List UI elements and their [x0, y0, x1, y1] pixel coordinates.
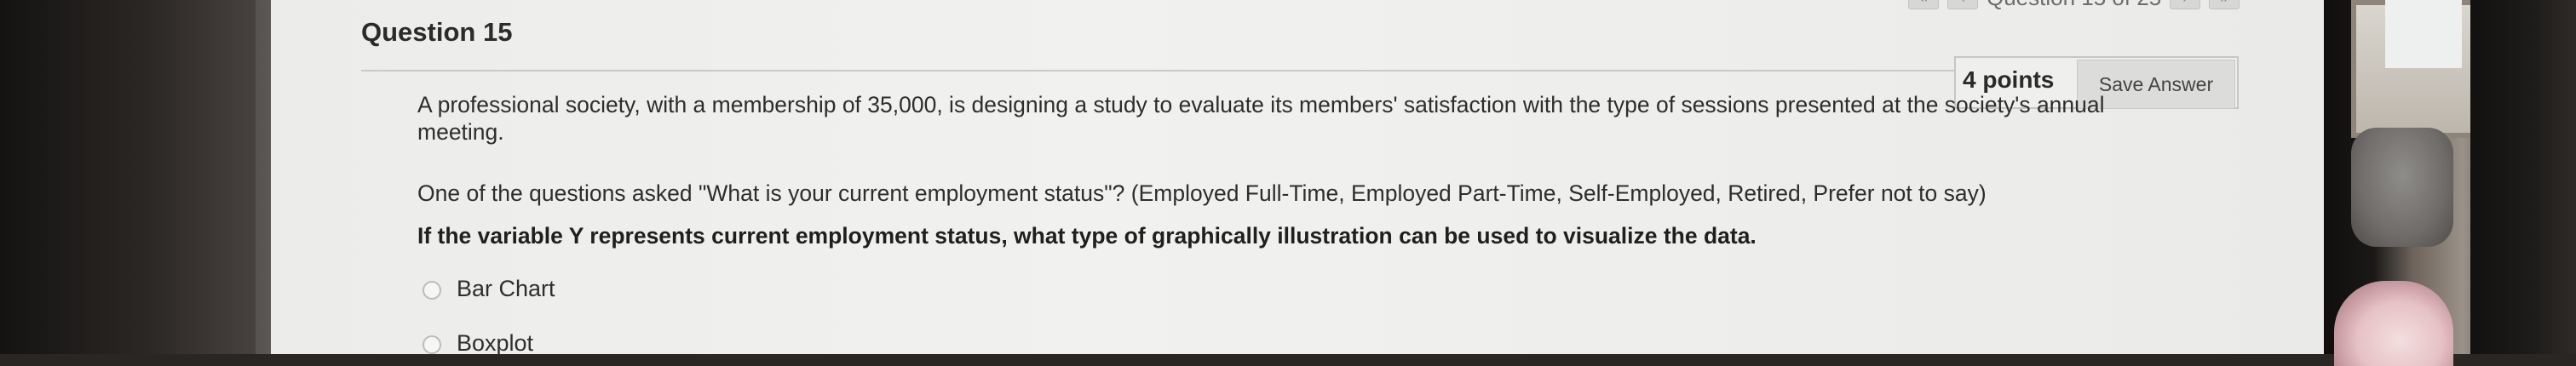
left-background [0, 0, 268, 354]
points-label: 4 points [1963, 66, 2055, 93]
fluffy-object [2334, 281, 2453, 366]
window-glass [2385, 0, 2462, 68]
question-counter: Question 15 of 25 [1987, 0, 2161, 11]
option-label-bar-chart[interactable]: Bar Chart [457, 276, 555, 302]
dark-edge [2470, 0, 2576, 354]
pillow-background [2351, 128, 2453, 247]
option-radio-bar-chart[interactable] [423, 281, 441, 300]
question-stem-line3: One of the questions asked "What is your… [417, 180, 1987, 206]
question-stem-line1: A professional society, with a membershi… [417, 92, 2105, 117]
option-label-boxplot[interactable]: Boxplot [457, 330, 533, 357]
question-prompt: If the variable Y represents current emp… [417, 223, 1757, 249]
last-question-button[interactable]: » [2209, 0, 2240, 9]
next-question-button[interactable]: › [2170, 0, 2201, 9]
title-divider [361, 70, 1963, 71]
screen-area [271, 0, 2341, 354]
question-title: Question 15 [361, 17, 513, 47]
question-navigation: « ‹ Question 15 of 25 › » [1908, 0, 2240, 10]
previous-question-button[interactable]: ‹ [1947, 0, 1978, 9]
option-radio-boxplot[interactable] [423, 335, 441, 354]
question-stem-line2: meeting. [417, 119, 504, 145]
first-question-button[interactable]: « [1908, 0, 1939, 9]
